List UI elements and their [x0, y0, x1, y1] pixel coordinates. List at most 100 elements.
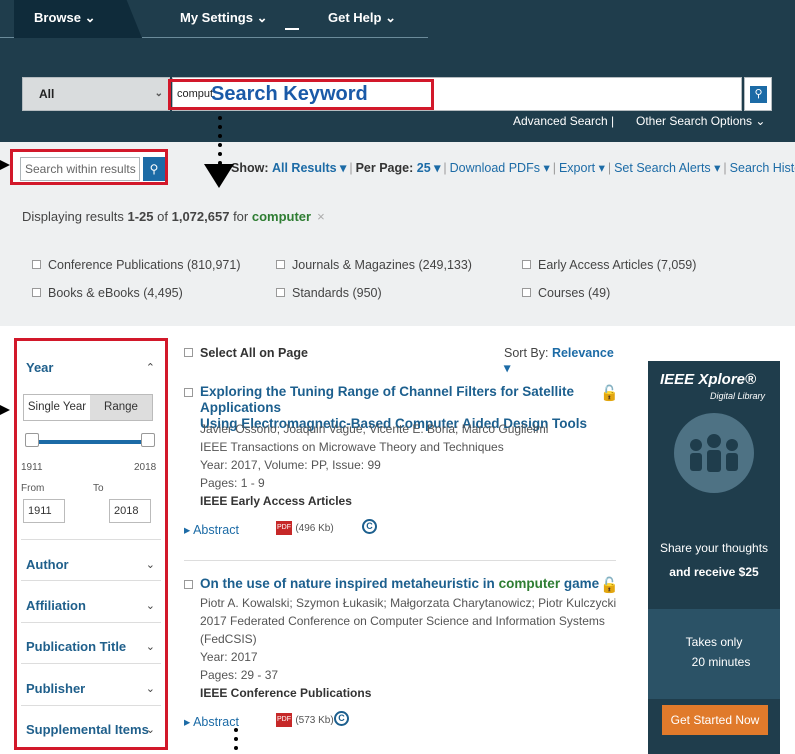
result-checkbox[interactable]	[184, 388, 193, 397]
facet-year-header[interactable]: Year	[26, 360, 53, 375]
results-of: of	[153, 209, 172, 224]
slider-max-handle[interactable]	[141, 433, 155, 447]
content-type-label: Journals & Magazines (249,133)	[292, 258, 472, 272]
content-type-checkbox[interactable]: Conference Publications (810,971)	[32, 258, 240, 272]
pdf-size: (496 Kb)	[295, 523, 334, 534]
arrow-right-icon	[0, 405, 10, 415]
facet-divider	[21, 539, 161, 540]
clear-search-term-button[interactable]: ×	[317, 209, 325, 224]
facet-supplemental-header[interactable]: Supplemental Items	[26, 722, 149, 737]
checkbox-icon[interactable]	[522, 288, 531, 297]
result-authors[interactable]: Javier Ossorio; Joaquin Vague; Vicente E…	[200, 420, 548, 438]
open-access-lock-icon: 🔓	[600, 385, 619, 402]
ieee-xplore-ad[interactable]: IEEE Xplore® Digital Library Share your …	[648, 361, 780, 754]
toolbar-separator: |	[607, 161, 612, 175]
pdf-link[interactable]: PDF (573 Kb)	[276, 712, 334, 727]
download-pdfs-dropdown[interactable]: Download PDFs ▾	[450, 161, 550, 175]
get-started-button[interactable]: Get Started Now	[662, 705, 768, 735]
search-within-input[interactable]: Search within results	[20, 157, 140, 181]
slider-min-handle[interactable]	[25, 433, 39, 447]
content-type-checkbox[interactable]: Books & eBooks (4,495)	[32, 286, 183, 300]
search-within-button[interactable]: ⚲	[143, 157, 165, 181]
search-keyword-annotation: Search Keyword	[168, 79, 434, 110]
pdf-icon: PDF	[276, 520, 292, 535]
facet-author-header[interactable]: Author	[26, 557, 69, 572]
content-type-checkbox[interactable]: Journals & Magazines (249,133)	[276, 258, 472, 272]
result-year: Year: 2017	[200, 650, 258, 664]
pdf-link[interactable]: PDF (496 Kb)	[276, 520, 334, 535]
toolbar-separator: |	[723, 161, 727, 175]
year-mode-tabs: Single Year Range	[23, 394, 153, 421]
search-term: computer	[251, 209, 312, 224]
year-range-slider[interactable]	[31, 440, 143, 444]
search-icon: ⚲	[149, 162, 159, 176]
chevron-down-icon[interactable]: ⌄	[146, 558, 155, 571]
facet-publication-title-header[interactable]: Publication Title	[26, 639, 126, 654]
show-filter-dropdown[interactable]: All Results ▾	[272, 161, 346, 175]
select-all-label: Select All on Page	[200, 346, 308, 360]
sort-by-dropdown[interactable]: Sort By: Relevance ▾	[504, 346, 622, 375]
export-dropdown[interactable]: Export ▾	[559, 161, 605, 175]
result-venue[interactable]: 2017 Federated Conference on Computer Sc…	[200, 612, 616, 630]
facet-divider	[21, 663, 161, 664]
search-scope-select[interactable]: All ⌄	[22, 77, 170, 111]
checkbox-icon[interactable]	[276, 288, 285, 297]
search-within-annotation: Search within results ⚲	[10, 149, 168, 185]
content-type-label: Books & eBooks (4,495)	[48, 286, 183, 300]
nav-my-settings[interactable]: My Settings ⌄	[180, 0, 267, 38]
search-button[interactable]: ⚲	[744, 77, 772, 111]
chevron-down-icon[interactable]: ⌄	[146, 682, 155, 695]
checkbox-icon[interactable]	[522, 260, 531, 269]
results-count: Displaying results 1-25 of 1,072,657 for…	[22, 209, 325, 224]
select-all-checkbox[interactable]: Select All on Page	[184, 346, 308, 360]
chevron-down-icon[interactable]: ⌄	[146, 723, 155, 736]
result-checkbox[interactable]	[184, 580, 193, 589]
result-venue-cont[interactable]: (FedCSIS)	[200, 630, 616, 648]
result-divider	[184, 560, 616, 561]
set-search-alerts-dropdown[interactable]: Set Search Alerts ▾	[614, 161, 720, 175]
facet-publisher-header[interactable]: Publisher	[26, 681, 85, 696]
result-content-type: IEEE Early Access Articles	[200, 494, 352, 508]
pdf-size: (573 Kb)	[295, 715, 334, 726]
advanced-search-link[interactable]: Advanced Search	[513, 114, 608, 128]
other-search-options-link[interactable]: Other Search Options ⌄	[636, 114, 765, 128]
content-type-checkbox[interactable]: Standards (950)	[276, 286, 382, 300]
chevron-down-icon[interactable]: ⌄	[146, 599, 155, 612]
tab-range[interactable]: Range	[90, 395, 152, 420]
checkbox-icon[interactable]	[184, 348, 193, 357]
checkbox-icon[interactable]	[276, 260, 285, 269]
facet-divider	[21, 580, 161, 581]
content-type-checkbox[interactable]: Early Access Articles (7,059)	[522, 258, 696, 272]
dotted-arrow-dot	[218, 152, 222, 156]
content-type-label: Conference Publications (810,971)	[48, 258, 241, 272]
result-title-text: On the use of nature inspired metaheuris…	[200, 576, 499, 591]
result-pages: Pages: 29 - 37	[200, 668, 279, 682]
nav-get-help[interactable]: Get Help ⌄	[328, 0, 396, 38]
abstract-toggle[interactable]: ▸ Abstract	[184, 522, 239, 537]
result-title-line: Exploring the Tuning Range of Channel Fi…	[200, 384, 575, 415]
year-from-input[interactable]: 1911	[23, 499, 65, 523]
nav-active-tick	[285, 28, 299, 30]
result-authors[interactable]: Piotr A. Kowalski; Szymon Łukasik; Małgo…	[200, 594, 616, 612]
ad-takes: Takes only	[685, 635, 743, 649]
checkbox-icon[interactable]	[32, 288, 41, 297]
copyright-icon[interactable]: C	[334, 711, 349, 726]
toolbar-separator: |	[443, 161, 447, 175]
abstract-toggle[interactable]: ▸ Abstract	[184, 714, 239, 729]
nav-browse[interactable]: Browse ⌄	[14, 0, 142, 38]
content-type-checkbox[interactable]: Courses (49)	[522, 286, 610, 300]
year-to-input[interactable]: 2018	[109, 499, 151, 523]
checkbox-icon[interactable]	[32, 260, 41, 269]
chevron-up-icon[interactable]: ⌃	[146, 361, 155, 374]
facet-affiliation-header[interactable]: Affiliation	[26, 598, 86, 613]
tab-single-year[interactable]: Single Year	[24, 395, 90, 420]
chevron-down-icon[interactable]: ⌄	[146, 640, 155, 653]
search-history-link[interactable]: Search History	[730, 161, 795, 175]
result-venue[interactable]: IEEE Transactions on Microwave Theory an…	[200, 438, 548, 456]
abstract-label: Abstract	[193, 523, 239, 537]
link-separator: |	[611, 114, 615, 128]
result-title-link[interactable]: On the use of nature inspired metaheuris…	[200, 576, 599, 592]
copyright-icon[interactable]: C	[362, 519, 377, 534]
per-page-dropdown[interactable]: 25 ▾	[417, 161, 441, 175]
toolbar-separator: |	[552, 161, 556, 175]
